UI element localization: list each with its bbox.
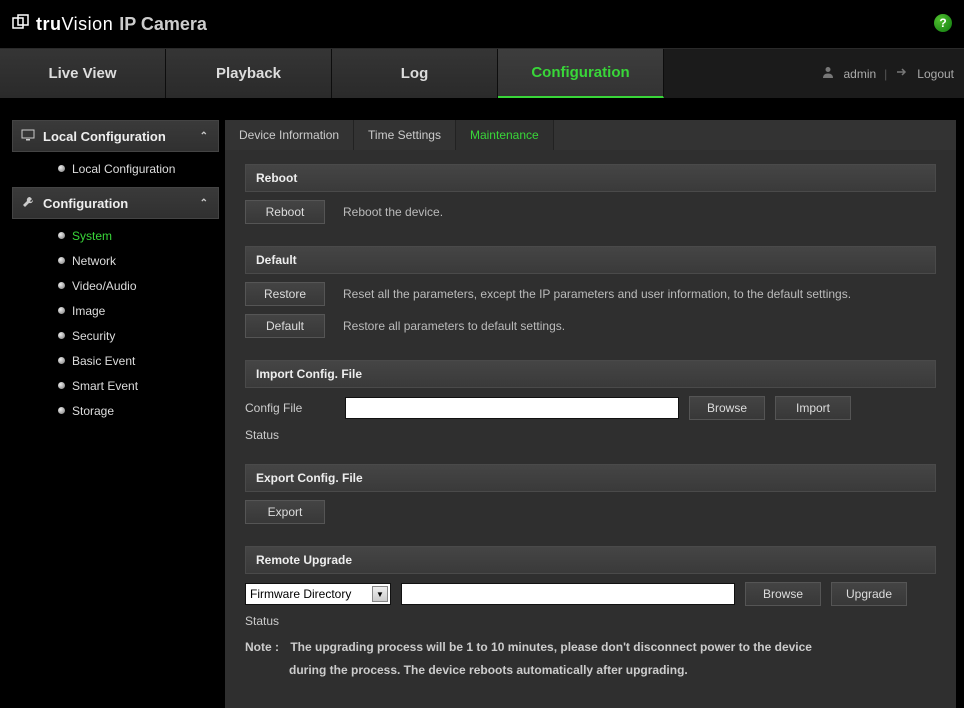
- upgrade-note: Note : The upgrading process will be 1 t…: [245, 628, 936, 682]
- sidebar-item-label: Image: [72, 304, 105, 318]
- sidebar-item-local-configuration[interactable]: Local Configuration: [12, 156, 219, 181]
- chevron-up-icon: ⌃: [200, 198, 208, 209]
- sub-tab-maintenance[interactable]: Maintenance: [456, 120, 554, 150]
- chevron-up-icon: ⌃: [200, 131, 208, 142]
- config-file-label: Config File: [245, 401, 345, 415]
- sidebar-item-label: Storage: [72, 404, 114, 418]
- sidebar-item-label: System: [72, 229, 112, 243]
- sidebar-item-label: Network: [72, 254, 116, 268]
- sidebar-item-label: Smart Event: [72, 379, 138, 393]
- sidebar-item-label: Local Configuration: [72, 162, 175, 176]
- upgrade-browse-button[interactable]: Browse: [745, 582, 821, 606]
- brand-rest: Vision: [62, 14, 114, 34]
- brand-subtitle: IP Camera: [119, 14, 207, 35]
- restore-button[interactable]: Restore: [245, 282, 325, 306]
- section-header: Export Config. File: [245, 464, 936, 492]
- tab-log[interactable]: Log: [332, 49, 498, 98]
- sidebar-group-configuration[interactable]: Configuration ⌃: [12, 187, 219, 219]
- main-panel: Device Information Time Settings Mainten…: [225, 120, 956, 708]
- brand-bar: truVision IP Camera ?: [0, 0, 964, 48]
- separator: |: [884, 67, 887, 81]
- section-header: Default: [245, 246, 936, 274]
- username: admin: [843, 67, 876, 81]
- sidebar-item-network[interactable]: Network: [12, 248, 219, 273]
- sidebar-item-image[interactable]: Image: [12, 298, 219, 323]
- sidebar-group-label: Local Configuration: [43, 129, 166, 144]
- sub-tab-device-info[interactable]: Device Information: [225, 120, 354, 150]
- upgrade-button[interactable]: Upgrade: [831, 582, 907, 606]
- section-export: Export Config. File Export: [245, 464, 936, 524]
- section-default: Default Restore Reset all the parameters…: [245, 246, 936, 338]
- brand-bold: tru: [36, 14, 62, 34]
- monitor-icon: [21, 129, 35, 144]
- section-import: Import Config. File Config File Browse I…: [245, 360, 936, 442]
- sidebar-item-smart-event[interactable]: Smart Event: [12, 373, 219, 398]
- section-header: Import Config. File: [245, 360, 936, 388]
- sidebar-item-label: Basic Event: [72, 354, 135, 368]
- wrench-icon: [21, 195, 35, 212]
- note-label: Note :: [245, 636, 287, 659]
- import-status-label: Status: [245, 428, 345, 442]
- sidebar-item-video-audio[interactable]: Video/Audio: [12, 273, 219, 298]
- sidebar: Local Configuration ⌃ Local Configuratio…: [12, 120, 219, 708]
- default-button[interactable]: Default: [245, 314, 325, 338]
- chevron-down-icon: ▼: [372, 586, 388, 602]
- tab-playback[interactable]: Playback: [166, 49, 332, 98]
- sidebar-item-label: Security: [72, 329, 115, 343]
- main-tab-bar: Live View Playback Log Configuration adm…: [0, 48, 964, 99]
- browse-button[interactable]: Browse: [689, 396, 765, 420]
- sub-tab-time-settings[interactable]: Time Settings: [354, 120, 456, 150]
- brand-name: truVision: [36, 14, 113, 35]
- user-area: admin | Logout: [821, 49, 964, 98]
- sidebar-group-label: Configuration: [43, 196, 128, 211]
- config-file-input[interactable]: [345, 397, 679, 419]
- section-header: Reboot: [245, 164, 936, 192]
- reboot-desc: Reboot the device.: [343, 205, 443, 219]
- section-upgrade: Remote Upgrade Firmware Directory ▼ Brow…: [245, 546, 936, 682]
- sidebar-group-local[interactable]: Local Configuration ⌃: [12, 120, 219, 152]
- sidebar-item-security[interactable]: Security: [12, 323, 219, 348]
- tab-live-view[interactable]: Live View: [0, 49, 166, 98]
- tab-configuration[interactable]: Configuration: [498, 49, 664, 98]
- upgrade-status-label: Status: [245, 614, 279, 628]
- firmware-select-value: Firmware Directory: [250, 587, 351, 601]
- restore-desc: Reset all the parameters, except the IP …: [343, 287, 851, 301]
- sidebar-item-label: Video/Audio: [72, 279, 137, 293]
- sidebar-item-storage[interactable]: Storage: [12, 398, 219, 423]
- logout-link[interactable]: Logout: [917, 67, 954, 81]
- reboot-button[interactable]: Reboot: [245, 200, 325, 224]
- note-line2: during the process. The device reboots a…: [245, 663, 688, 677]
- sidebar-item-system[interactable]: System: [12, 223, 219, 248]
- section-reboot: Reboot Reboot Reboot the device.: [245, 164, 936, 224]
- brand-logo-icon: [12, 14, 30, 35]
- import-button[interactable]: Import: [775, 396, 851, 420]
- firmware-select[interactable]: Firmware Directory ▼: [245, 583, 391, 605]
- section-header: Remote Upgrade: [245, 546, 936, 574]
- sub-tab-bar: Device Information Time Settings Mainten…: [225, 120, 956, 150]
- export-button[interactable]: Export: [245, 500, 325, 524]
- logout-icon: [895, 65, 909, 82]
- default-desc: Restore all parameters to default settin…: [343, 319, 565, 333]
- firmware-path-input[interactable]: [401, 583, 735, 605]
- note-line1: The upgrading process will be 1 to 10 mi…: [290, 640, 812, 654]
- user-icon: [821, 65, 835, 82]
- sidebar-item-basic-event[interactable]: Basic Event: [12, 348, 219, 373]
- help-icon[interactable]: ?: [934, 14, 952, 32]
